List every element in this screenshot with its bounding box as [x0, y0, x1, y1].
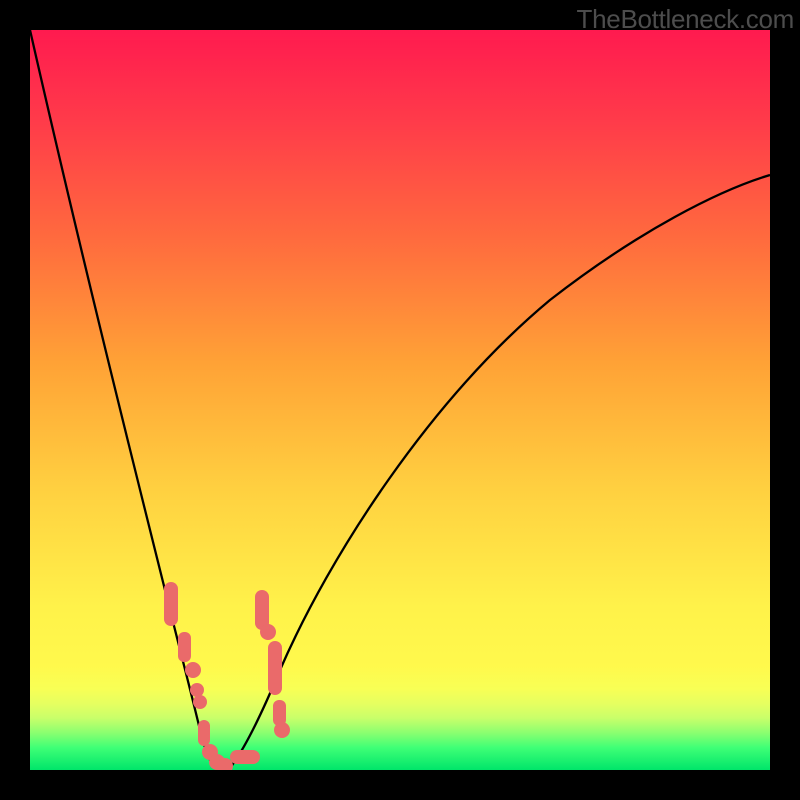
- data-marker: [273, 700, 286, 726]
- data-marker: [230, 750, 260, 764]
- data-marker: [185, 662, 201, 678]
- data-marker: [193, 695, 207, 709]
- data-marker: [268, 641, 282, 695]
- chart-svg: [30, 30, 770, 770]
- data-marker: [178, 632, 191, 662]
- data-marker: [260, 624, 276, 640]
- data-marker: [198, 720, 210, 746]
- data-marker: [255, 590, 269, 630]
- chart-frame: [30, 30, 770, 770]
- bottleneck-curve-right: [230, 175, 770, 768]
- data-marker: [274, 722, 290, 738]
- data-marker: [164, 582, 178, 626]
- data-marker: [190, 683, 204, 697]
